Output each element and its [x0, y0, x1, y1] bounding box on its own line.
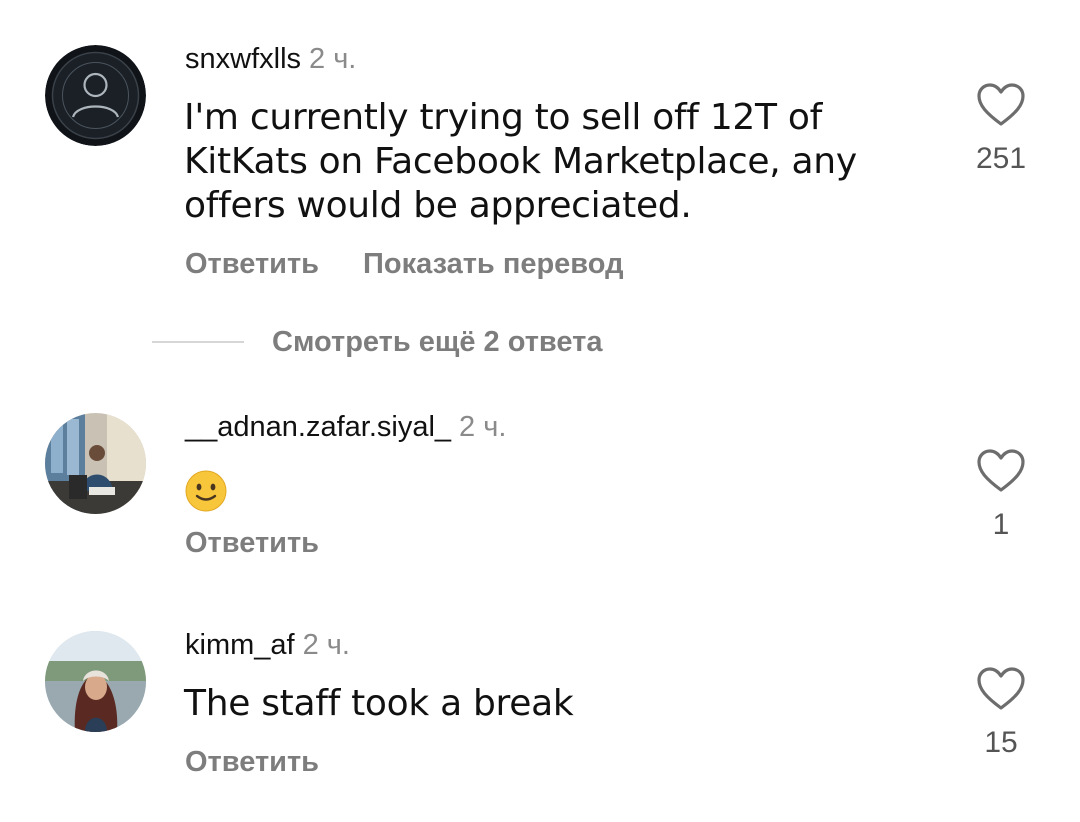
reply-button[interactable]: Ответить	[185, 746, 319, 778]
heart-outline-icon[interactable]	[976, 448, 1026, 494]
comment-text-line: KitKats on Facebook Marketplace, any	[184, 141, 857, 182]
show-translation-button[interactable]: Показать перевод	[363, 248, 623, 280]
username[interactable]: snxwfxlls	[185, 43, 301, 75]
avatar[interactable]	[45, 45, 146, 146]
view-more-replies-button[interactable]: Смотреть ещё 2 ответа	[152, 322, 602, 362]
reply-button[interactable]: Ответить	[185, 248, 319, 280]
like-count: 251	[975, 142, 1027, 175]
default-user-avatar-icon	[45, 45, 146, 146]
like-control: 1	[972, 448, 1030, 542]
comment-meta: __adnan.zafar.siyal_ 2 ч.	[185, 410, 506, 444]
comment-text-line: I'm currently trying to sell off 12T of	[184, 97, 822, 138]
comment-actions: Ответить Показать перевод	[185, 247, 624, 281]
comment-text: The staff took a break	[184, 683, 574, 724]
comment-text-line: offers would be appreciated.	[184, 185, 692, 226]
heart-outline-icon[interactable]	[976, 666, 1026, 712]
comment-actions: Ответить	[185, 526, 319, 560]
avatar[interactable]	[45, 413, 146, 514]
comment-actions: Ответить	[185, 745, 319, 779]
avatar[interactable]	[45, 631, 146, 732]
like-count: 15	[984, 726, 1018, 759]
divider	[152, 341, 244, 343]
timestamp: 2 ч.	[459, 411, 507, 443]
username[interactable]: kimm_af	[185, 629, 295, 661]
comment-meta: snxwfxlls 2 ч.	[185, 42, 356, 76]
timestamp: 2 ч.	[302, 629, 350, 661]
like-control: 251	[972, 82, 1030, 176]
like-count: 1	[992, 508, 1010, 541]
reply-button[interactable]: Ответить	[185, 527, 319, 559]
view-replies-label: Смотреть ещё 2 ответа	[272, 325, 603, 358]
user-photo-avatar	[45, 413, 146, 514]
username[interactable]: __adnan.zafar.siyal_	[185, 411, 451, 443]
heart-outline-icon[interactable]	[976, 82, 1026, 128]
comment-meta: kimm_af 2 ч.	[185, 628, 350, 662]
slightly-smiling-face-emoji	[185, 470, 227, 512]
timestamp: 2 ч.	[309, 43, 357, 75]
user-photo-avatar	[45, 631, 146, 732]
like-control: 15	[972, 666, 1030, 760]
